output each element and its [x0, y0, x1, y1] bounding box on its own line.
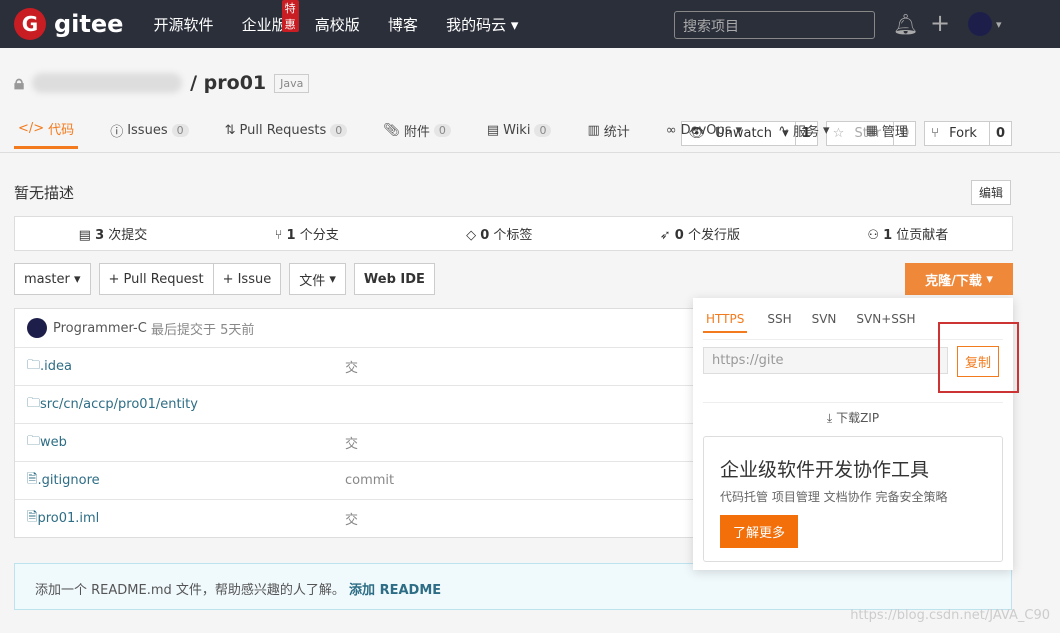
tab-stats[interactable]: ▥ 统计: [583, 111, 633, 149]
gitee-logo[interactable]: Ggitee: [14, 8, 123, 40]
repo-description: 暂无描述: [14, 184, 75, 202]
search-input[interactable]: 搜索项目: [674, 11, 875, 39]
repo-tabs: </> 代码 ⓘ Issues 0 ⇅ Pull Requests 0 📎︎ 附件 0 …: [14, 111, 940, 149]
highlight-box: [938, 322, 1019, 393]
file-row[interactable]: 🗀︎ .idea 交: [15, 347, 713, 385]
tab-svn[interactable]: SVN: [812, 312, 837, 333]
tab-code[interactable]: </> 代码: [14, 111, 79, 149]
latest-commit: Programmer-C 最后提交于 5天前: [15, 309, 713, 347]
owner-redacted: [32, 73, 183, 93]
nav-open-source[interactable]: 开源软件: [153, 16, 213, 34]
enterprise-promo: 企业级软件开发协作工具 代码托管 项目管理 文档协作 完备安全策略 了解更多: [703, 436, 1003, 562]
watermark: https://blog.csdn.net/JAVA_C90: [850, 608, 1050, 623]
stat-commits[interactable]: ▤ 3 次提交: [79, 224, 148, 243]
download-zip-link[interactable]: ⤓ 下载ZIP: [703, 402, 1003, 426]
file-row[interactable]: 🗎︎ .gitignore commit: [15, 461, 713, 499]
tab-wiki[interactable]: ▤ Wiki 0: [483, 111, 556, 149]
code-icon: </>: [18, 121, 45, 136]
plus-icon[interactable]: +: [930, 9, 950, 37]
tab-manage[interactable]: ▦ 管理: [862, 111, 912, 149]
logo-mark-icon: G: [14, 8, 46, 40]
file-row[interactable]: 🗀︎ web 交: [15, 423, 713, 461]
top-navbar: Ggitee 开源软件 企业版 特惠 高校版 博客 我的码云 ▾ 搜索项目 🔔︎ …: [0, 0, 1060, 48]
branch-select[interactable]: master ▾: [14, 263, 91, 295]
stat-releases[interactable]: ➶ 0 个发行版: [660, 224, 740, 243]
clone-download-button[interactable]: 克隆/下载 ▾: [905, 263, 1013, 295]
tab-svn-ssh[interactable]: SVN+SSH: [856, 312, 915, 333]
author-avatar: [27, 318, 47, 338]
tab-https[interactable]: HTTPS: [703, 312, 748, 333]
promo-badge: 特惠: [281, 0, 299, 32]
bell-icon[interactable]: 🔔︎: [893, 12, 918, 36]
edit-button[interactable]: 编辑: [971, 180, 1012, 205]
toolbar: master ▾ + Pull Request + Issue 文件 ▾ Web…: [14, 263, 435, 295]
file-row[interactable]: 🗎︎ pro01.iml 交: [15, 499, 713, 537]
nav-edu[interactable]: 高校版: [315, 16, 360, 34]
tab-services[interactable]: ∿ 服务 ▾: [774, 111, 833, 149]
web-ide-button[interactable]: Web IDE: [353, 263, 435, 295]
tab-attachments[interactable]: 📎︎ 附件 0: [379, 111, 455, 149]
file-list: Programmer-C 最后提交于 5天前 🗀︎ .idea 交 🗀︎ src/…: [14, 308, 714, 538]
main-nav: 开源软件 企业版 特惠 高校版 博客 我的码云 ▾: [153, 0, 542, 35]
clone-url-input[interactable]: https://gite: [703, 347, 948, 374]
readme-notice: 添加一个 README.md 文件，帮助感兴趣的人了解。 添加 README: [14, 563, 1012, 610]
add-readme-link[interactable]: 添加 README: [349, 583, 441, 598]
stat-branches[interactable]: ⑂ 1 个分支: [275, 224, 339, 243]
repo-stats: ▤ 3 次提交 ⑂ 1 个分支 ◇ 0 个标签 ➶ 0 个发行版 ⚇ 1 位贡献…: [14, 216, 1013, 251]
file-menu[interactable]: 文件 ▾: [289, 263, 346, 295]
tab-ssh[interactable]: SSH: [767, 312, 791, 333]
repo-title: 🔒︎ / pro01 Java: [14, 72, 310, 94]
user-avatar[interactable]: [968, 12, 992, 36]
learn-more-button[interactable]: 了解更多: [720, 515, 799, 548]
stat-tags[interactable]: ◇ 0 个标签: [466, 224, 532, 243]
chevron-down-icon[interactable]: ▾: [996, 18, 1002, 31]
download-icon: ⤓: [826, 411, 833, 425]
new-pull-request-button[interactable]: + Pull Request: [98, 263, 214, 295]
stat-contributors[interactable]: ⚇ 1 位贡献者: [867, 224, 948, 243]
tab-devops[interactable]: ∞ DevOps ▾: [662, 111, 746, 149]
repo-header: 🔒︎ / pro01 Java 👁︎ Unwatch ▾ 1 ☆ Star 0 ⑂ …: [0, 48, 1060, 153]
nav-blog[interactable]: 博客: [388, 16, 418, 34]
tab-pull-requests[interactable]: ⇅ Pull Requests 0: [221, 111, 352, 149]
new-issue-button[interactable]: + Issue: [213, 263, 282, 295]
language-badge: Java: [274, 73, 310, 93]
tab-issues[interactable]: ⓘ Issues 0: [106, 111, 192, 149]
nav-enterprise[interactable]: 企业版 特惠: [242, 0, 299, 34]
file-row[interactable]: 🗀︎ src/cn/accp/pro01/entity: [15, 385, 713, 423]
nav-my-gitee[interactable]: 我的码云 ▾: [446, 16, 518, 34]
lock-icon: 🔒︎: [14, 72, 25, 94]
